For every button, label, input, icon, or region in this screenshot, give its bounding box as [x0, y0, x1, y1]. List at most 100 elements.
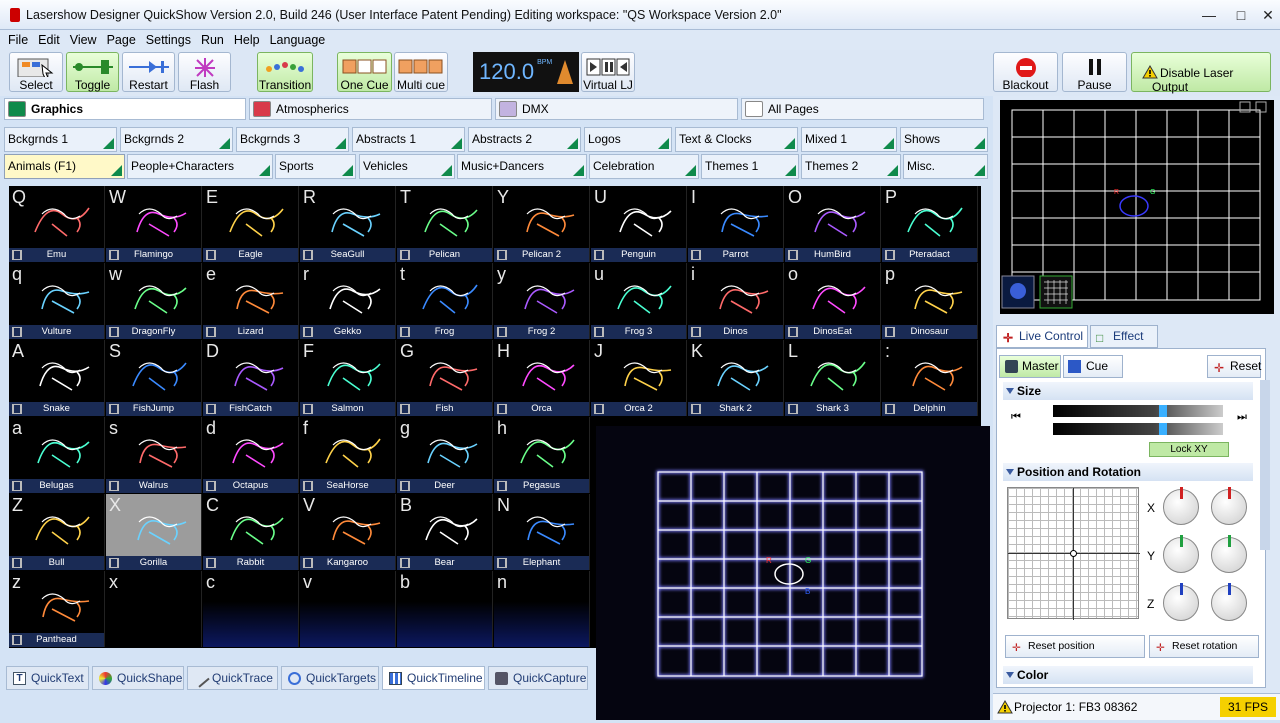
- minimize-icon[interactable]: —: [1198, 5, 1220, 25]
- bpm-display[interactable]: 120.0 BPM: [473, 52, 579, 92]
- cue-cell[interactable]: h Pegasus: [494, 417, 590, 493]
- tab-sports[interactable]: Sports: [275, 154, 356, 179]
- cue-cell[interactable]: V Kangaroo: [300, 494, 396, 570]
- color-section-header[interactable]: Color: [1003, 666, 1253, 684]
- tab-music-dancers[interactable]: Music+Dancers: [457, 154, 587, 179]
- cue-cell[interactable]: D FishCatch: [203, 340, 299, 416]
- cue-cell[interactable]: p Dinosaur: [882, 263, 978, 339]
- tab-abstracts-2[interactable]: Abstracts 2: [468, 127, 581, 152]
- tab-quickcapture[interactable]: QuickCapture: [488, 666, 588, 690]
- cue-cell[interactable]: a Belugas: [9, 417, 105, 493]
- virtual-lj-button[interactable]: Virtual LJ: [581, 52, 635, 92]
- tab-people-characters[interactable]: People+Characters: [127, 154, 273, 179]
- size-y-handle[interactable]: [1159, 423, 1167, 435]
- select-button[interactable]: Select: [9, 52, 63, 92]
- category-graphics[interactable]: Graphics: [4, 98, 246, 120]
- cue-cell[interactable]: U Penguin: [591, 186, 687, 262]
- tab-animals[interactable]: Animals (F1): [4, 154, 125, 179]
- cue-cell[interactable]: o DinosEat: [785, 263, 881, 339]
- tab-misc[interactable]: Misc.: [903, 154, 988, 179]
- tab-vehicles[interactable]: Vehicles: [359, 154, 455, 179]
- y-rotation-knob[interactable]: [1211, 535, 1247, 573]
- cue-cell[interactable]: C Rabbit: [203, 494, 299, 570]
- category-all-pages[interactable]: All Pages: [741, 98, 984, 120]
- tab-quicktrace[interactable]: QuickTrace: [187, 666, 278, 690]
- menu-settings[interactable]: Settings: [146, 33, 191, 47]
- menu-help[interactable]: Help: [234, 33, 260, 47]
- z-rotation-knob[interactable]: [1211, 583, 1247, 621]
- x-position-knob[interactable]: [1163, 487, 1199, 525]
- cue-cell[interactable]: t Frog: [397, 263, 493, 339]
- tab-themes-1[interactable]: Themes 1: [701, 154, 799, 179]
- tab-bckgrnds-2[interactable]: Bckgrnds 2: [120, 127, 233, 152]
- transition-button[interactable]: Transition: [257, 52, 313, 92]
- reset-button[interactable]: ✛ Reset: [1207, 355, 1261, 378]
- tab-quickshape[interactable]: QuickShape: [92, 666, 184, 690]
- toggle-button[interactable]: Toggle: [66, 52, 119, 92]
- menu-language[interactable]: Language: [270, 33, 326, 47]
- menu-run[interactable]: Run: [201, 33, 224, 47]
- category-atmospherics[interactable]: Atmospherics: [249, 98, 492, 120]
- menu-file[interactable]: File: [8, 33, 28, 47]
- cue-cell[interactable]: u Frog 3: [591, 263, 687, 339]
- tab-celebration[interactable]: Celebration: [589, 154, 699, 179]
- cue-cell[interactable]: I Parrot: [688, 186, 784, 262]
- pause-button[interactable]: Pause: [1062, 52, 1127, 92]
- cue-cell[interactable]: P Pteradact: [882, 186, 978, 262]
- size-y-slider[interactable]: [1053, 423, 1223, 435]
- cue-cell[interactable]: g Deer: [397, 417, 493, 493]
- cue-cell[interactable]: y Frog 2: [494, 263, 590, 339]
- one-cue-button[interactable]: One Cue: [337, 52, 392, 92]
- cue-cell[interactable]: : Delphin: [882, 340, 978, 416]
- cue-cell[interactable]: q Vulture: [9, 263, 105, 339]
- cue-cell[interactable]: W Flamingo: [106, 186, 202, 262]
- close-icon[interactable]: ✕: [1257, 5, 1279, 25]
- size-x-slider[interactable]: [1053, 405, 1223, 417]
- menu-view[interactable]: View: [70, 33, 97, 47]
- reset-rotation-button[interactable]: ✛ Reset rotation: [1149, 635, 1259, 658]
- position-handle[interactable]: [1070, 550, 1077, 557]
- cue-cell[interactable]: E Eagle: [203, 186, 299, 262]
- cue-cell[interactable]: G Fish: [397, 340, 493, 416]
- tab-mixed-1[interactable]: Mixed 1: [801, 127, 897, 152]
- cue-button[interactable]: Cue: [1063, 355, 1123, 378]
- restart-button[interactable]: Restart: [122, 52, 175, 92]
- cue-cell[interactable]: Z Bull: [9, 494, 105, 570]
- tab-logos[interactable]: Logos: [584, 127, 672, 152]
- cue-cell[interactable]: T Pelican: [397, 186, 493, 262]
- tab-quicktargets[interactable]: QuickTargets: [281, 666, 379, 690]
- tab-bckgrnds-3[interactable]: Bckgrnds 3: [236, 127, 349, 152]
- blackout-button[interactable]: Blackout: [993, 52, 1058, 92]
- size-skip-forward-icon[interactable]: ⏭: [1237, 411, 1247, 424]
- cue-cell[interactable]: J Orca 2: [591, 340, 687, 416]
- tab-effect[interactable]: □ Effect: [1090, 325, 1158, 348]
- cue-cell[interactable]: b: [397, 571, 493, 647]
- cue-cell[interactable]: Q Emu: [9, 186, 105, 262]
- tab-shows[interactable]: Shows: [900, 127, 988, 152]
- cue-cell[interactable]: N Elephant: [494, 494, 590, 570]
- cue-cell[interactable]: x: [106, 571, 202, 647]
- tab-live-control[interactable]: ✛ Live Control: [996, 325, 1088, 348]
- cue-cell[interactable]: f SeaHorse: [300, 417, 396, 493]
- cue-cell[interactable]: i Dinos: [688, 263, 784, 339]
- multi-cue-button[interactable]: Multi cue: [394, 52, 448, 92]
- z-position-knob[interactable]: [1163, 583, 1199, 621]
- cue-cell[interactable]: v: [300, 571, 396, 647]
- live-control-scrollbar[interactable]: [1260, 380, 1270, 550]
- cue-cell[interactable]: d Octapus: [203, 417, 299, 493]
- tab-themes-2[interactable]: Themes 2: [801, 154, 901, 179]
- position-rotation-header[interactable]: Position and Rotation: [1003, 463, 1253, 481]
- cue-cell[interactable]: S FishJump: [106, 340, 202, 416]
- disable-laser-output-button[interactable]: Disable Laser Output: [1131, 52, 1271, 94]
- size-skip-back-icon[interactable]: ⏮: [1011, 411, 1021, 424]
- cue-cell[interactable]: e Lizard: [203, 263, 299, 339]
- size-x-handle[interactable]: [1159, 405, 1167, 417]
- flash-button[interactable]: Flash: [178, 52, 231, 92]
- tab-bckgrnds-1[interactable]: Bckgrnds 1: [4, 127, 117, 152]
- master-button[interactable]: Master: [999, 355, 1061, 378]
- cue-cell[interactable]: c: [203, 571, 299, 647]
- cue-cell[interactable]: F Salmon: [300, 340, 396, 416]
- size-section-header[interactable]: Size: [1003, 382, 1253, 400]
- cue-cell[interactable]: s Walrus: [106, 417, 202, 493]
- cue-cell[interactable]: B Bear: [397, 494, 493, 570]
